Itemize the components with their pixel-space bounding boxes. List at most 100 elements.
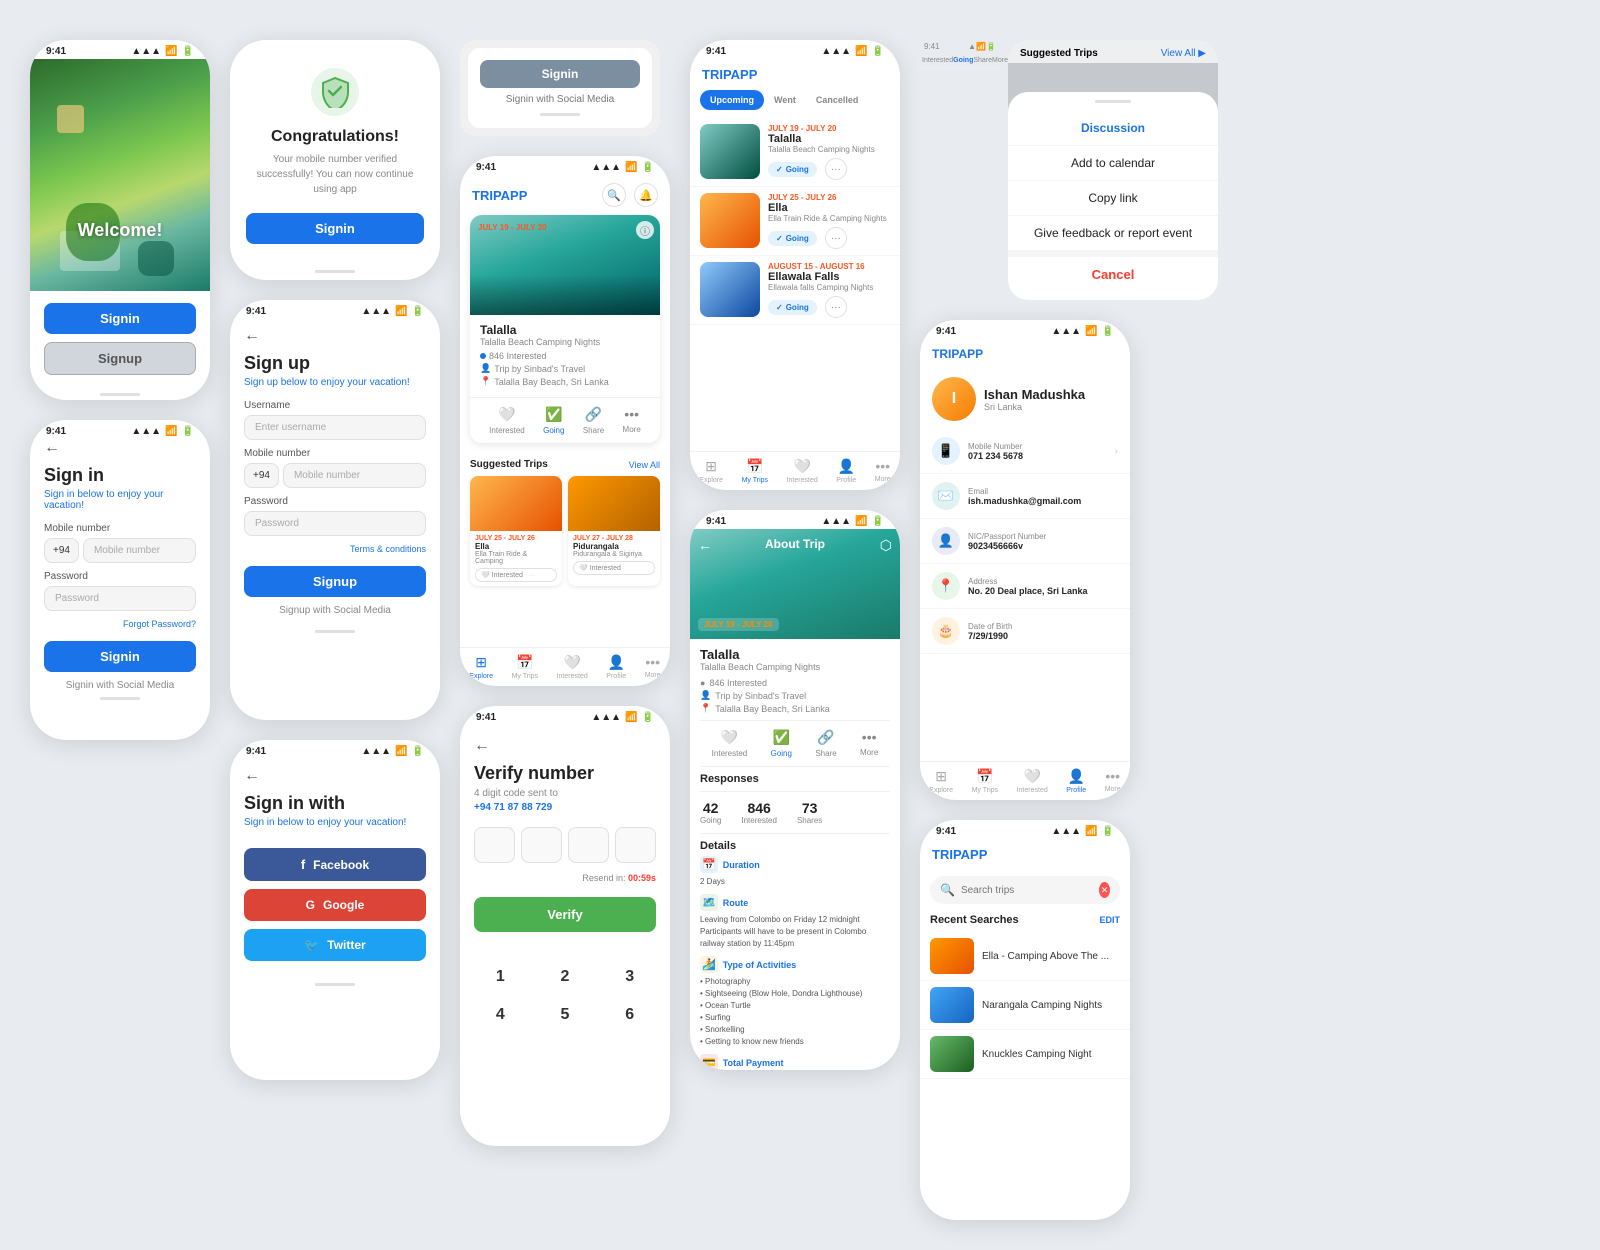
back-button-social[interactable]: ← [244,767,426,785]
more-btn-ellawala[interactable]: ··· [825,296,847,318]
search-clear-button[interactable]: ✕ [1099,882,1110,898]
welcome-signin-button[interactable]: Signin [44,303,196,334]
recent-item-knuckles[interactable]: Knuckles Camping Night [920,1030,1130,1079]
twitter-signin-button[interactable]: 🐦 Twitter [244,929,426,961]
recent-item-narangala[interactable]: Narangala Camping Nights [920,981,1130,1030]
suggested-card-pidu: JULY 27 - JULY 28 Pidurangala Pidurangal… [568,476,660,586]
suggested-interested-ella[interactable]: 🤍 Interested ··· [475,568,557,582]
action-interested[interactable]: 🤍 Interested [489,406,525,435]
action-share[interactable]: 🔗 Share [583,406,604,435]
action-cancel[interactable]: Cancel [1008,251,1218,292]
action-more[interactable]: ••• More [623,406,641,435]
numpad-4[interactable]: 4 [470,998,531,1032]
verify-button[interactable]: Verify [474,897,656,932]
upcoming-logo: TRIPAPP [702,67,757,82]
recent-thumb-ella [930,938,974,974]
signin-button[interactable]: Signin [44,641,196,672]
action-add-calendar[interactable]: Add to calendar [1008,146,1218,181]
nav-mytrips-profile[interactable]: 📅 My Trips [972,768,998,794]
nav-explore[interactable]: ⊞ Explore [469,654,493,680]
bell-icon[interactable]: 🔔 [634,183,658,207]
signup-mobile-input[interactable]: Mobile number [283,463,426,488]
search-bar[interactable]: 🔍 ✕ [930,876,1120,904]
action-discussion[interactable]: Discussion [1008,111,1218,146]
nav-profile-upcoming[interactable]: 👤 Profile [836,458,856,484]
trip-date: JULY 19 - JULY 20 [478,223,547,232]
trip-info-button[interactable]: ⓘ [636,221,654,239]
more-btn-talalla[interactable]: ··· [825,158,847,180]
phone-sign-in-with: 9:41 ▲▲▲📶🔋 ← Sign in with Sign in below … [230,740,440,1080]
nav-more-upcoming[interactable]: ••• More [875,458,891,484]
username-input[interactable]: Enter username [244,415,426,440]
numpad-6[interactable]: 6 [599,998,660,1032]
about-action-more[interactable]: ••• More [860,729,878,758]
view-all-button[interactable]: View All [629,460,660,470]
signup-password-input[interactable]: Password [244,511,426,536]
numpad-1[interactable]: 1 [470,960,531,994]
back-button-signup[interactable]: ← [244,327,426,345]
numpad-3[interactable]: 3 [599,960,660,994]
recent-item-ella[interactable]: Ella - Camping Above The ... [920,932,1130,981]
search-icon[interactable]: 🔍 [602,183,626,207]
numpad-5[interactable]: 5 [535,998,596,1032]
otp-box-4[interactable] [615,827,656,863]
otp-box-1[interactable] [474,827,515,863]
action-going[interactable]: ✅ Going [543,406,564,435]
interested-icon: 🤍 [563,654,580,671]
tab-upcoming[interactable]: Upcoming [700,90,764,110]
tab-went[interactable]: Went [764,90,806,110]
time-upcoming: 9:41 [706,46,726,57]
terms-link[interactable]: Terms & conditions [244,544,426,554]
nav-explore-upcoming[interactable]: ⊞ Explore [699,458,723,484]
back-button-signin[interactable]: ← [44,439,196,457]
signup-button[interactable]: Signup [244,566,426,597]
search-input[interactable] [961,885,1093,896]
mobile-input[interactable]: Mobile number [83,538,196,563]
check-icon-talalla: ✓ [776,165,783,174]
nav-mytrips-upcoming[interactable]: 📅 My Trips [742,458,768,484]
about-action-going[interactable]: ✅ Going [771,729,792,758]
action-feedback[interactable]: Give feedback or report event [1008,216,1218,251]
otp-box-3[interactable] [568,827,609,863]
action-copy-link[interactable]: Copy link [1008,181,1218,216]
numpad-2[interactable]: 2 [535,960,596,994]
nav-interested-profile[interactable]: 🤍 Interested [1017,768,1048,794]
recent-name-narangala: Narangala Camping Nights [982,1000,1102,1011]
google-signin-button[interactable]: G Google [244,889,426,921]
modal-signin-button[interactable]: Signin [480,60,640,88]
check-icon-about: ✅ [773,729,790,746]
facebook-signin-button[interactable]: f Facebook [244,848,426,881]
nav-profile[interactable]: 👤 Profile [606,654,626,680]
about-action-interested[interactable]: 🤍 Interested [712,729,748,758]
going-btn-ella[interactable]: ✓ Going [768,231,817,246]
nav-more[interactable]: ••• More [645,654,661,680]
nav-interested-upcoming[interactable]: 🤍 Interested [787,458,818,484]
congrats-signin-button[interactable]: Signin [246,213,424,244]
forgot-password-link[interactable]: Forgot Password? [44,619,196,629]
edit-button[interactable]: EDIT [1099,915,1120,925]
more-btn-ella[interactable]: ··· [825,227,847,249]
nav-mytrips[interactable]: 📅 My Trips [512,654,538,680]
back-button-verify[interactable]: ← [474,737,656,755]
suggested-interested-pidu[interactable]: 🤍 Interested [573,561,655,575]
about-share-button[interactable]: ⬡ [880,537,892,554]
welcome-signup-button[interactable]: Signup [44,342,196,375]
verify-title: Verify number [474,763,656,784]
going-btn-talalla[interactable]: ✓ Going [768,162,817,177]
signup-country-code[interactable]: +94 [244,463,279,488]
tab-cancelled[interactable]: Cancelled [806,90,869,110]
nav-interested[interactable]: 🤍 Interested [557,654,588,680]
password-input[interactable]: Password [44,586,196,611]
status-bar-signup: 9:41 ▲▲▲📶🔋 [230,300,440,319]
otp-box-2[interactable] [521,827,562,863]
country-code[interactable]: +94 [44,538,79,563]
view-all-strip[interactable]: View All ▶ [1161,48,1206,59]
profile-icon-profile: 👤 [1068,768,1085,785]
about-action-share[interactable]: 🔗 Share [815,729,836,758]
nav-explore-profile[interactable]: ⊞ Explore [929,768,953,794]
status-bar-welcome: 9:41 ▲▲▲ 📶 🔋 [30,40,210,59]
going-btn-ellawala[interactable]: ✓ Going [768,300,817,315]
nav-profile-profile[interactable]: 👤 Profile [1066,768,1086,794]
nav-more-profile[interactable]: ••• More [1105,768,1121,794]
duration-value: 2 Days [700,876,890,888]
